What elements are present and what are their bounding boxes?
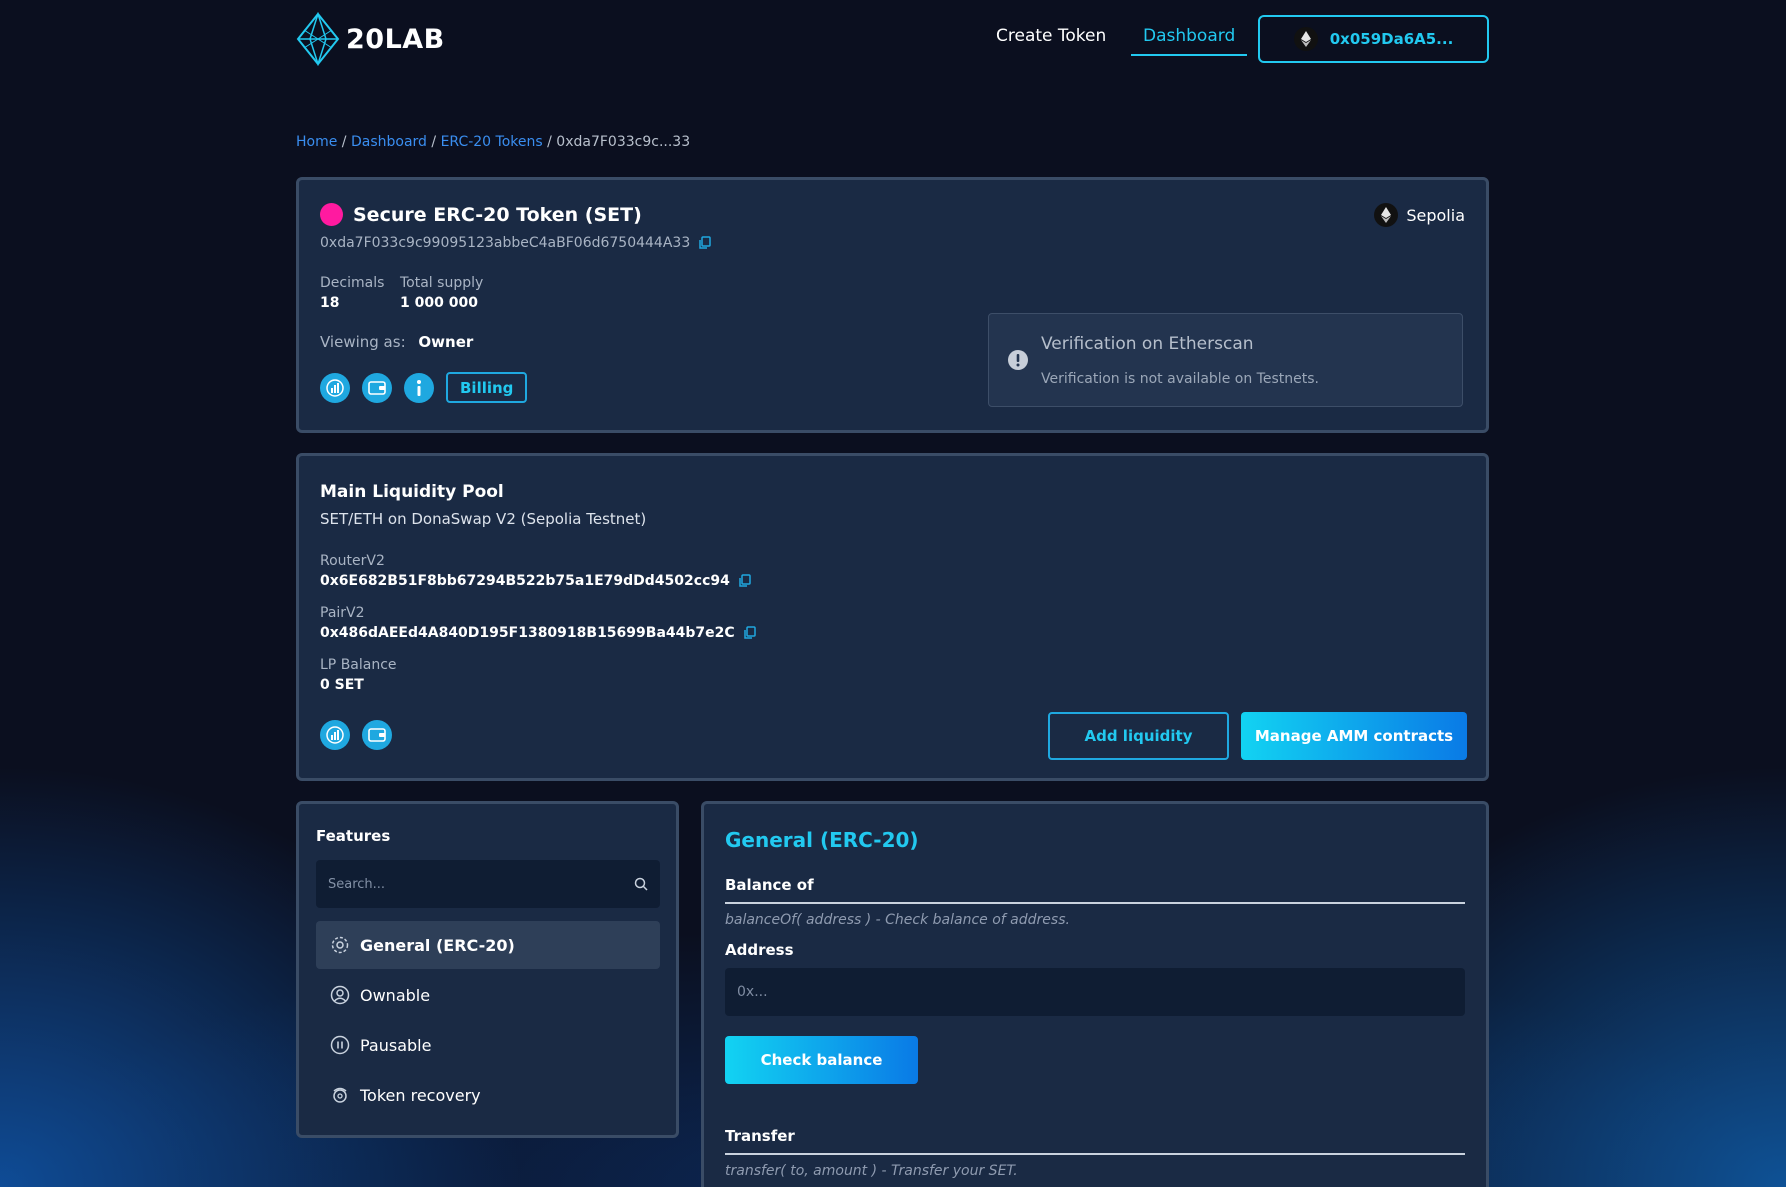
token-card: Secure ERC-20 Token (SET) 0xda7F033c9c99… xyxy=(296,177,1489,433)
divider xyxy=(725,902,1465,904)
recovery-icon xyxy=(333,1087,347,1103)
divider xyxy=(725,1153,1465,1155)
token-color-dot xyxy=(320,203,343,226)
transfer-description: transfer( to, amount ) - Transfer your S… xyxy=(725,1163,1018,1179)
viewing-role: Owner xyxy=(418,333,474,351)
wallet-button[interactable]: 0x059Da6A5... xyxy=(1258,15,1489,63)
router-row: 0x6E682B51F8bb67294B522b75a1E79dDd4502cc… xyxy=(320,573,751,589)
features-search xyxy=(316,860,660,908)
chart-icon[interactable] xyxy=(320,372,350,403)
address-label: Address xyxy=(725,941,794,959)
features-card: Features General (ERC-20) Ownable Pausab… xyxy=(296,801,679,1138)
router-address: 0x6E682B51F8bb67294B522b75a1E79dDd4502cc… xyxy=(320,573,730,589)
decimals-label: Decimals xyxy=(320,275,385,291)
feature-label: Token recovery xyxy=(360,1085,481,1105)
lp-balance-value: 0 SET xyxy=(320,677,364,693)
lp-balance-label: LP Balance xyxy=(320,657,397,673)
wallet-address: 0x059Da6A5... xyxy=(1329,30,1454,48)
ethereum-icon xyxy=(1293,27,1318,51)
pool-subtitle: SET/ETH on DonaSwap V2 (Sepolia Testnet) xyxy=(320,510,647,528)
verification-message: Verification is not available on Testnet… xyxy=(1041,371,1319,387)
breadcrumb: Home / Dashboard / ERC-20 Tokens / 0xda7… xyxy=(296,134,690,150)
logo-text: 20LAB xyxy=(346,23,445,55)
lp-balance-block: LP Balance 0 SET xyxy=(320,657,397,693)
router-label: RouterV2 xyxy=(320,553,385,569)
copy-icon[interactable] xyxy=(743,626,756,640)
viewing-label: Viewing as: xyxy=(320,333,406,351)
token-name: Secure ERC-20 Token (SET) xyxy=(353,203,642,226)
token-title: Secure ERC-20 Token (SET) xyxy=(320,203,642,226)
ethereum-icon xyxy=(1374,203,1399,227)
pair-block: PairV2 0x486dAEEd4A840D195F1380918B15699… xyxy=(320,605,756,641)
search-icon[interactable] xyxy=(634,877,648,891)
breadcrumb-separator: / xyxy=(341,134,347,150)
nav-dashboard[interactable]: Dashboard xyxy=(1131,26,1248,56)
feature-label: Pausable xyxy=(360,1035,432,1055)
balance-of-description: balanceOf( address ) - Check balance of … xyxy=(725,912,1070,928)
transfer-heading: Transfer xyxy=(725,1127,795,1145)
supply-label: Total supply xyxy=(400,275,484,291)
logo[interactable]: 20LAB xyxy=(296,12,445,66)
check-balance-button[interactable]: Check balance xyxy=(725,1036,918,1084)
decimals-value: 18 xyxy=(320,295,340,311)
pause-icon xyxy=(330,1035,350,1055)
user-circle-icon xyxy=(330,985,350,1005)
nav-create-token[interactable]: Create Token xyxy=(996,26,1106,46)
general-title: General (ERC-20) xyxy=(725,828,919,852)
billing-button[interactable]: Billing xyxy=(446,372,528,403)
info-icon[interactable] xyxy=(404,372,434,403)
general-erc20-card: General (ERC-20) Balance of balanceOf( a… xyxy=(701,801,1489,1187)
breadcrumb-dashboard[interactable]: Dashboard xyxy=(351,134,427,150)
supply-value: 1 000 000 xyxy=(400,295,478,311)
pair-row: 0x486dAEEd4A840D195F1380918B15699Ba44b7e… xyxy=(320,625,756,641)
feature-item-general[interactable]: General (ERC-20) xyxy=(316,921,660,969)
breadcrumb-separator: / xyxy=(547,134,552,150)
token-address-row: 0xda7F033c9c99095123abbeC4aBF06d6750444A… xyxy=(320,235,711,251)
add-liquidity-button[interactable]: Add liquidity xyxy=(1048,712,1229,760)
network-name: Sepolia xyxy=(1406,205,1465,225)
wallet-icon[interactable] xyxy=(362,720,392,750)
manage-amm-button[interactable]: Manage AMM contracts xyxy=(1241,712,1467,760)
verification-title: Verification on Etherscan xyxy=(1041,334,1254,354)
features-title: Features xyxy=(316,827,391,845)
balance-of-heading: Balance of xyxy=(725,876,814,894)
decimals-stat: Decimals 18 xyxy=(320,275,384,311)
network-badge: Sepolia xyxy=(1374,203,1465,227)
diamond-logo-icon xyxy=(296,12,340,66)
wallet-icon[interactable] xyxy=(362,372,392,403)
pair-address: 0x486dAEEd4A840D195F1380918B15699Ba44b7e… xyxy=(320,625,735,641)
breadcrumb-separator: / xyxy=(431,134,437,150)
top-header: 20LAB Create Token Dashboard 0x059Da6A5.… xyxy=(296,0,1489,80)
chart-icon[interactable] xyxy=(320,720,350,750)
feature-label: General (ERC-20) xyxy=(360,935,515,955)
feature-item-token-recovery[interactable]: Token recovery xyxy=(316,1071,660,1119)
token-address: 0xda7F033c9c99095123abbeC4aBF06d6750444A… xyxy=(320,235,691,251)
router-block: RouterV2 0x6E682B51F8bb67294B522b75a1E79… xyxy=(320,553,751,589)
copy-icon[interactable] xyxy=(698,236,711,250)
liquidity-pool-card: Main Liquidity Pool SET/ETH on DonaSwap … xyxy=(296,453,1489,781)
pool-title: Main Liquidity Pool xyxy=(320,482,504,502)
feature-item-pausable[interactable]: Pausable xyxy=(316,1021,660,1069)
address-input[interactable] xyxy=(725,968,1465,1016)
alert-icon xyxy=(1008,350,1028,370)
feature-label: Ownable xyxy=(360,985,431,1005)
breadcrumb-current: 0xda7F033c9c...33 xyxy=(556,134,691,150)
supply-stat: Total supply 1 000 000 xyxy=(400,275,483,311)
pool-actions xyxy=(320,720,392,750)
copy-icon[interactable] xyxy=(738,574,751,588)
viewing-as: Viewing as: Owner xyxy=(320,333,473,351)
gear-icon xyxy=(331,936,349,954)
token-actions: Billing xyxy=(320,372,528,403)
breadcrumb-tokens[interactable]: ERC-20 Tokens xyxy=(441,134,543,150)
pair-label: PairV2 xyxy=(320,605,365,621)
feature-item-ownable[interactable]: Ownable xyxy=(316,971,660,1019)
search-input[interactable] xyxy=(328,876,634,892)
verification-box: Verification on Etherscan Verification i… xyxy=(988,313,1463,407)
breadcrumb-home[interactable]: Home xyxy=(296,134,337,150)
